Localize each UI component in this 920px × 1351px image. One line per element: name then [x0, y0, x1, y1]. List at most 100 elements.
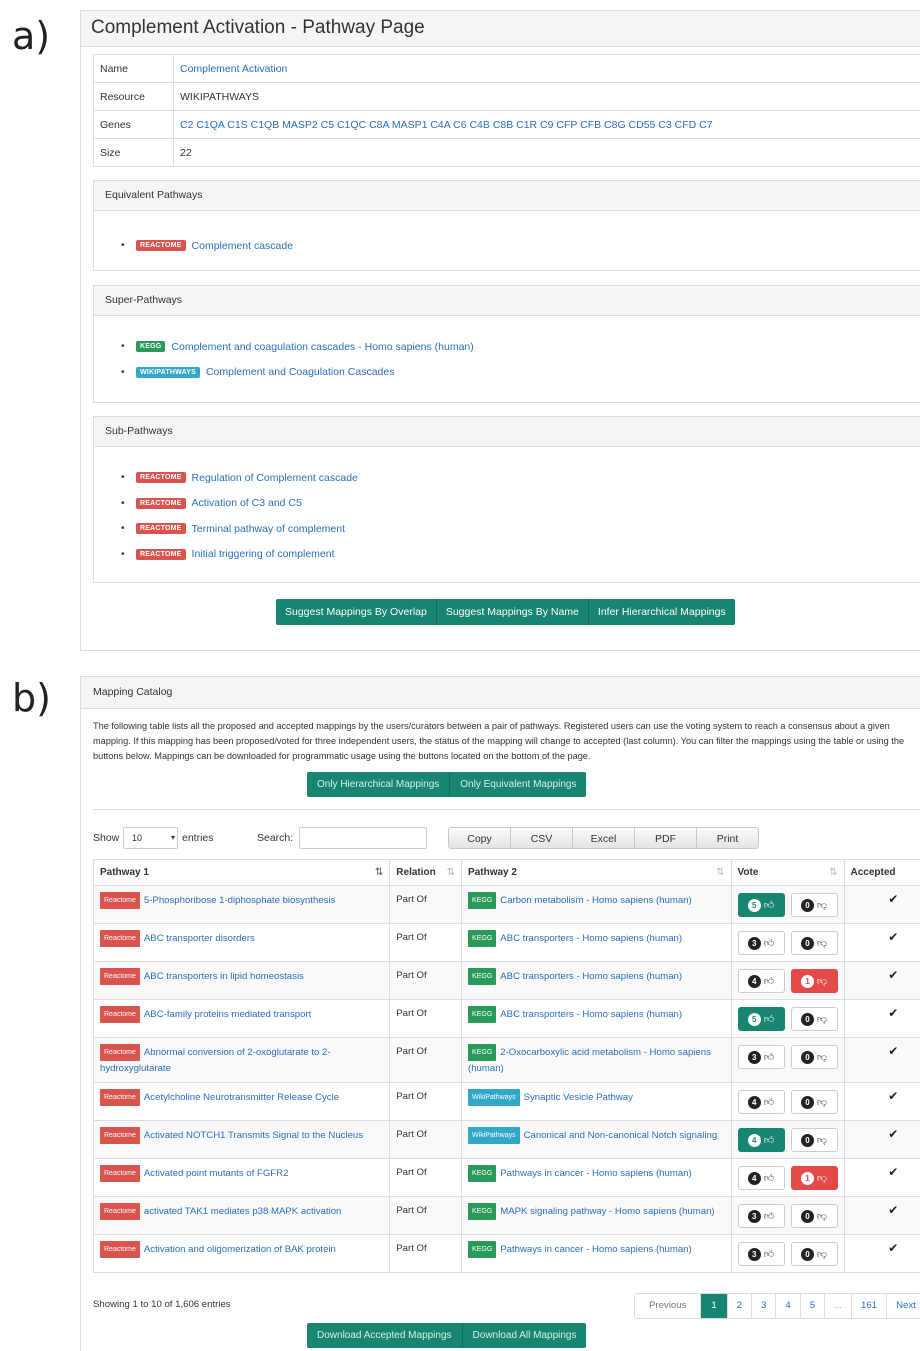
entries-select[interactable]: 10 ▾ — [123, 827, 178, 849]
col-vote[interactable]: Vote ⇅ — [730, 859, 845, 886]
relation-cell: Part Of — [389, 1037, 463, 1083]
downvote-button[interactable]: 0 👎︎ — [790, 1242, 838, 1266]
downvote-button[interactable]: 0 👎︎ — [790, 1045, 838, 1069]
genes-links[interactable]: C2 C1QA C1S C1QB MASP2 C5 C1QC C8A MASP1… — [173, 110, 920, 139]
pathway2-link[interactable]: ABC transporters - Homo sapiens (human) — [500, 971, 682, 982]
reactome-badge: REACTOME — [136, 523, 186, 535]
upvote-button[interactable]: 3 👍︎ — [737, 1045, 785, 1069]
only-equivalent-button[interactable]: Only Equivalent Mappings — [450, 772, 587, 797]
pathway1-link[interactable]: activated TAK1 mediates p38 MAPK activat… — [144, 1206, 342, 1217]
download-all-button[interactable]: Download All Mappings — [462, 1323, 587, 1348]
pathway2-link[interactable]: MAPK signaling pathway - Homo sapiens (h… — [500, 1206, 714, 1217]
col-relation[interactable]: Relation ⇅ — [389, 859, 463, 886]
downvote-button[interactable]: 0 👎︎ — [790, 1007, 838, 1031]
upvote-button[interactable]: 3 👍︎ — [737, 931, 785, 955]
page-2[interactable]: 2 — [727, 1294, 753, 1318]
pathway2-link[interactable]: Synaptic Vesicle Pathway — [524, 1092, 633, 1103]
list-item: REACTOME Terminal pathway of complement — [121, 516, 920, 542]
source-badge: Reactome — [100, 930, 140, 947]
upvote-button[interactable]: 4 👍︎ — [737, 1166, 785, 1190]
pathway1-link[interactable]: ABC transporters in lipid homeostasis — [144, 971, 304, 982]
pathway-link[interactable]: Complement and Coagulation Cascades — [206, 366, 395, 378]
equivalent-pathways-heading: Equivalent Pathways — [94, 181, 920, 211]
upvote-button[interactable]: 4 👍︎ — [737, 1090, 785, 1114]
pathway1-link[interactable]: Activated point mutants of FGFR2 — [144, 1168, 289, 1179]
downvote-count: 1 — [800, 974, 814, 988]
pathway1-link[interactable]: 5-Phosphoribose 1-diphosphate biosynthes… — [144, 895, 335, 906]
downvote-count: 0 — [800, 936, 814, 950]
vote-cell: 4 👍︎ 0 👎︎ — [730, 1082, 845, 1121]
upvote-count: 3 — [747, 1247, 761, 1261]
upvote-button[interactable]: 5 👍︎ — [737, 893, 785, 917]
pathway1-link[interactable]: Activation and oligomerization of BAK pr… — [144, 1244, 336, 1255]
table-row: Reactome Activation and oligomerization o… — [92, 1234, 920, 1273]
pathway-link[interactable]: Regulation of Complement cascade — [192, 472, 358, 484]
upvote-button[interactable]: 5 👍︎ — [737, 1007, 785, 1031]
page-previous[interactable]: Previous — [635, 1294, 702, 1318]
page-3[interactable]: 3 — [752, 1294, 777, 1318]
pathway1-link[interactable]: Activated NOTCH1 Transmits Signal to the… — [144, 1130, 363, 1141]
pathway2-link[interactable]: ABC transporters - Homo sapiens (human) — [500, 1009, 682, 1020]
pathway-link[interactable]: Complement cascade — [192, 240, 294, 252]
col-pathway2[interactable]: Pathway 2 ⇅ — [461, 859, 732, 886]
pathway-link[interactable]: Complement and coagulation cascades - Ho… — [171, 341, 473, 353]
sort-icon: ⇅ — [446, 867, 456, 878]
page-5[interactable]: 5 — [800, 1294, 826, 1318]
pathway2-link[interactable]: Pathways in cancer - Homo sapiens (human… — [500, 1244, 691, 1255]
page-161[interactable]: 161 — [852, 1294, 888, 1318]
print-button[interactable]: Print — [696, 827, 759, 849]
pathway2-link[interactable]: Canonical and Non-canonical Notch signal… — [524, 1130, 718, 1141]
upvote-button[interactable]: 4 👍︎ — [737, 969, 785, 993]
pathway2-cell: KEGG 2-Oxocarboxylic acid metabolism - Ho… — [461, 1037, 732, 1083]
pathway2-link[interactable]: Pathways in cancer - Homo sapiens (human… — [500, 1168, 691, 1179]
pathway2-link[interactable]: Carbon metabolism - Homo sapiens (human) — [500, 895, 691, 906]
upvote-button[interactable]: 4 👍︎ — [737, 1128, 785, 1152]
pdf-button[interactable]: PDF — [634, 827, 697, 849]
copy-button[interactable]: Copy — [448, 827, 511, 849]
thumbs-up-icon: 👍︎ — [763, 1051, 775, 1063]
csv-button[interactable]: CSV — [510, 827, 573, 849]
infer-hierarchical-button[interactable]: Infer Hierarchical Mappings — [588, 599, 735, 625]
pathway-name-link[interactable]: Complement Activation — [173, 54, 920, 83]
pathway2-link[interactable]: ABC transporters - Homo sapiens (human) — [500, 933, 682, 944]
downvote-button[interactable]: 1 👎︎ — [790, 1166, 838, 1190]
pathway1-link[interactable]: ABC transporter disorders — [144, 933, 255, 944]
downvote-count: 0 — [800, 1012, 814, 1026]
list-item: REACTOME Activation of C3 and C5 — [121, 491, 920, 517]
source-badge: Reactome — [100, 1203, 140, 1220]
pathway-link[interactable]: Initial triggering of complement — [192, 548, 335, 560]
downvote-button[interactable]: 0 👎︎ — [790, 1090, 838, 1114]
col-pathway1[interactable]: Pathway 1 ⇅ — [92, 859, 391, 886]
mapping-actions: Suggest Mappings By Overlap Suggest Mapp… — [276, 599, 735, 625]
pathway2-link[interactable]: 2-Oxocarboxylic acid metabolism - Homo s… — [468, 1047, 711, 1074]
page-4[interactable]: 4 — [776, 1294, 801, 1318]
download-accepted-button[interactable]: Download Accepted Mappings — [307, 1323, 463, 1348]
page-1[interactable]: 1 — [701, 1294, 728, 1318]
pathway-link[interactable]: Activation of C3 and C5 — [192, 497, 302, 509]
pathway1-link[interactable]: Acetylcholine Neurotransmitter Release C… — [144, 1092, 339, 1103]
kegg-badge: KEGG — [136, 341, 166, 353]
downvote-button[interactable]: 0 👎︎ — [790, 1204, 838, 1228]
relation-cell: Part Of — [389, 961, 463, 1000]
page-next[interactable]: Next — [887, 1294, 920, 1318]
upvote-button[interactable]: 3 👍︎ — [737, 1242, 785, 1266]
downvote-button[interactable]: 0 👎︎ — [790, 931, 838, 955]
excel-button[interactable]: Excel — [572, 827, 635, 849]
search-input[interactable] — [299, 827, 427, 849]
pathway-link[interactable]: Terminal pathway of complement — [192, 523, 346, 535]
col-accepted[interactable]: Accepted⇅ — [843, 859, 920, 886]
list-item: REACTOME Complement cascade — [121, 233, 920, 259]
suggest-by-overlap-button[interactable]: Suggest Mappings By Overlap — [276, 599, 437, 625]
wikipathways-badge: WIKIPATHWAYS — [136, 366, 200, 378]
upvote-count: 4 — [747, 974, 761, 988]
downvote-button[interactable]: 0 👎︎ — [790, 1128, 838, 1152]
thumbs-down-icon: 👎︎ — [816, 1013, 828, 1025]
thumbs-up-icon: 👍︎ — [763, 975, 775, 987]
table-row: Reactome Activated NOTCH1 Transmits Signa… — [92, 1120, 920, 1159]
downvote-button[interactable]: 0 👎︎ — [790, 893, 838, 917]
pathway1-link[interactable]: ABC-family proteins mediated transport — [144, 1009, 311, 1020]
suggest-by-name-button[interactable]: Suggest Mappings By Name — [436, 599, 589, 625]
only-hierarchical-button[interactable]: Only Hierarchical Mappings — [307, 772, 451, 797]
downvote-button[interactable]: 1 👎︎ — [790, 969, 838, 993]
upvote-button[interactable]: 3 👍︎ — [737, 1204, 785, 1228]
